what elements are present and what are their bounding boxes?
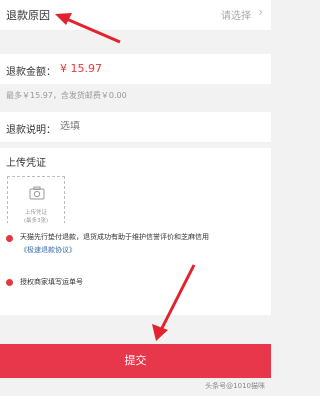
agreement-text-2: 授权商家填写运单号	[20, 278, 83, 286]
fast-refund-agreement-link[interactable]: 《极速退款协议》	[20, 245, 76, 255]
submit-button[interactable]: 提交	[0, 344, 271, 378]
upload-box-label: 上传凭证	[24, 210, 47, 216]
agreement-section: 天猫先行垫付退款，退货成功有助于维护信誉评价和芝麻信用 《极速退款协议》 授权商…	[0, 223, 271, 315]
upload-title: 上传凭证	[6, 158, 46, 169]
chevron-right-icon: ›	[258, 5, 263, 19]
refund-amount-label: 退款金额：	[6, 67, 56, 78]
refund-amount-row: 退款金额： ¥ 15.97	[0, 54, 271, 84]
refund-reason-select[interactable]: 请选择	[221, 7, 251, 22]
refund-description-input[interactable]	[60, 121, 240, 132]
refund-amount-value: ¥ 15.97	[60, 62, 102, 75]
agreement-text-1: 天猫先行垫付退款，退货成功有助于维护信誉评价和芝麻信用	[20, 233, 209, 241]
refund-description-label: 退款说明：	[6, 125, 56, 136]
refund-description-row: 退款说明：	[0, 112, 271, 142]
refund-amount-hint: 最多￥15.97，含发货邮费￥0.00	[6, 91, 127, 100]
watermark: 头条号@1010猫咪	[205, 382, 265, 390]
refund-reason-row[interactable]: 退款原因 请选择 ›	[0, 0, 271, 30]
refund-reason-label: 退款原因	[6, 9, 50, 22]
arrow-head-submit	[152, 324, 168, 341]
agree-checkbox-2[interactable]	[6, 279, 13, 286]
agree-checkbox-1[interactable]	[6, 235, 13, 242]
camera-icon	[29, 186, 45, 200]
